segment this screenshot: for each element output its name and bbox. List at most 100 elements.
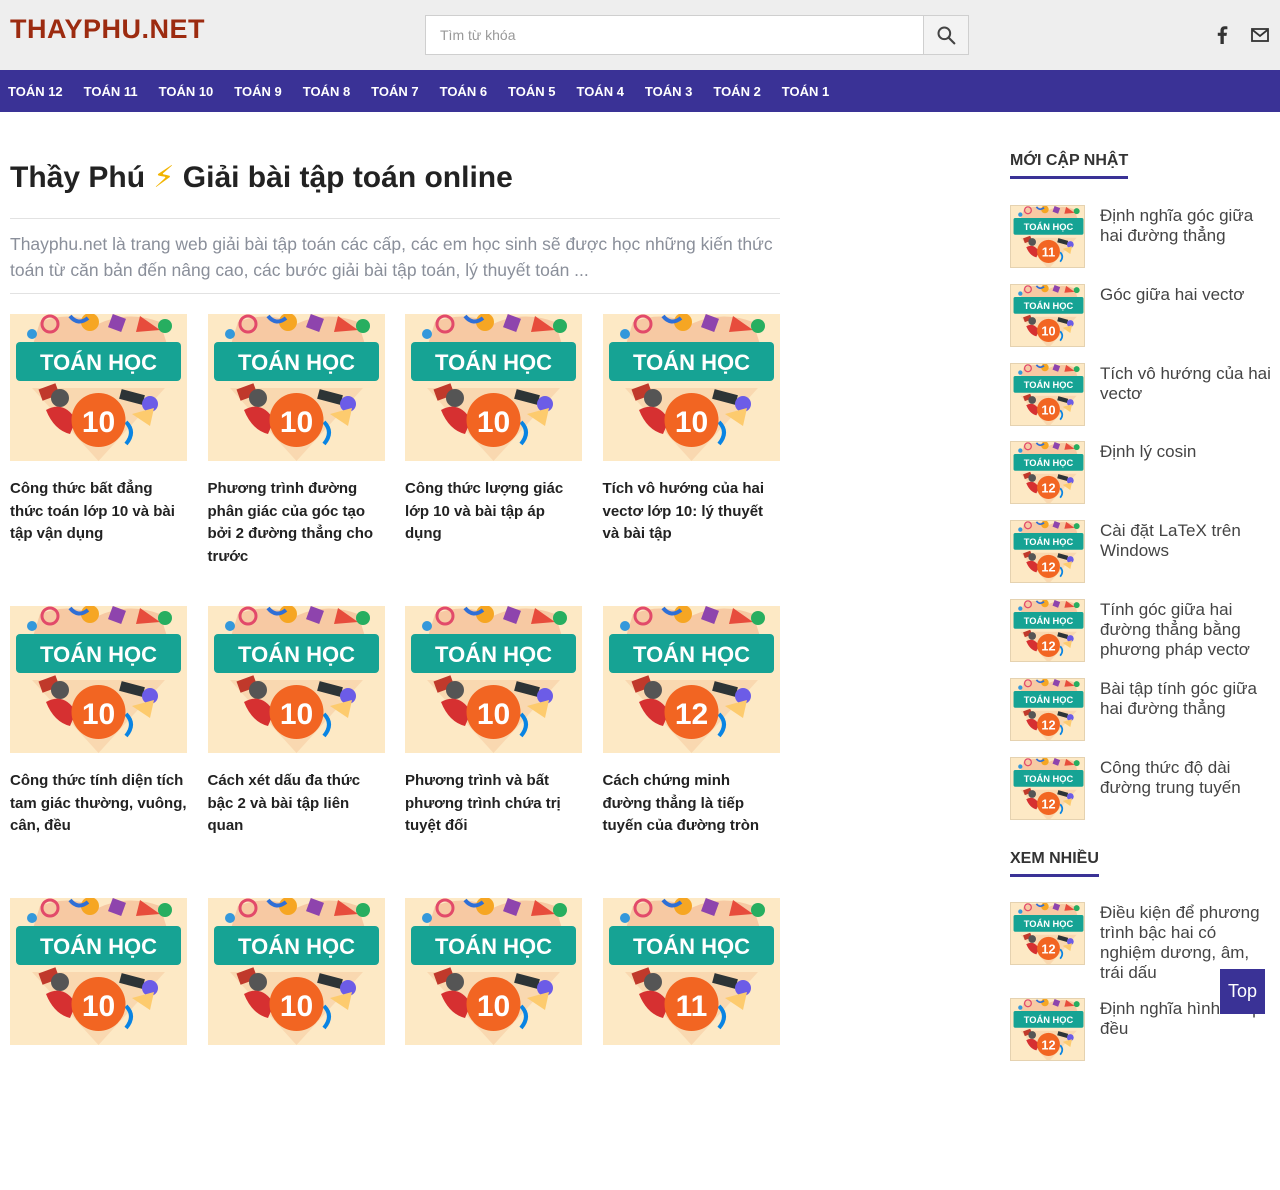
post-thumbnail[interactable]: TOÁN HỌC 10 xyxy=(10,314,187,461)
sidebar-post-title[interactable]: Định nghĩa góc giữa hai đường thẳng xyxy=(1100,206,1275,246)
site-intro: Thayphu.net là trang web giải bài tập to… xyxy=(10,234,773,280)
sidebar-post-title[interactable]: Bài tập tính góc giữa hai đường thẳng xyxy=(1100,679,1275,719)
sidebar-thumbnail[interactable]: TOÁN HỌC 12 xyxy=(1010,902,1085,965)
email-link[interactable] xyxy=(1249,24,1271,46)
post-title[interactable]: Phương trình đường phân giác của góc tạo… xyxy=(208,478,385,568)
post-thumbnail[interactable]: TOÁN HỌC 10 xyxy=(405,606,582,753)
sidebar-post[interactable]: TOÁN HỌC 12 Công thức độ dài đường trung… xyxy=(1010,756,1280,821)
sidebar-post-title[interactable]: Định lý cosin xyxy=(1100,442,1275,462)
sidebar-post[interactable]: TOÁN HỌC 12 Định lý cosin xyxy=(1010,441,1280,505)
sidebar-thumbnail[interactable]: TOÁN HỌC 12 xyxy=(1010,520,1085,584)
svg-text:10: 10 xyxy=(279,990,312,1023)
sidebar-thumbnail[interactable]: TOÁN HỌC 12 xyxy=(1010,756,1085,820)
svg-text:10: 10 xyxy=(82,406,115,439)
recent-heading: MỚI CẬP NHẬT xyxy=(1010,152,1129,179)
post-card: TOÁN HỌC 10 Công thức bất đẳng thức toán… xyxy=(10,314,187,606)
svg-text:TOÁN HỌC: TOÁN HỌC xyxy=(1024,918,1074,929)
site-logo[interactable]: THAYPHU.NET xyxy=(10,14,205,45)
search-icon xyxy=(937,26,956,45)
svg-text:TOÁN HỌC: TOÁN HỌC xyxy=(1024,221,1074,232)
sidebar-thumbnail[interactable]: TOÁN HỌC 10 xyxy=(1010,362,1085,426)
nav-item[interactable]: TOÁN 8 xyxy=(303,84,350,99)
sidebar-post[interactable]: TOÁN HỌC 12 Bài tập tính góc giữa hai đư… xyxy=(1010,677,1280,742)
svg-text:12: 12 xyxy=(1041,1038,1055,1053)
nav-item[interactable]: TOÁN 5 xyxy=(508,84,555,99)
sidebar-post[interactable]: TOÁN HỌC 12 Tính góc giữa hai đường thẳn… xyxy=(1010,599,1280,663)
sidebar-thumbnail[interactable]: TOÁN HỌC 11 xyxy=(1010,205,1085,268)
post-title[interactable]: Công thức bất đẳng thức toán lớp 10 và b… xyxy=(10,478,187,546)
thumbnail-art: TOÁN HỌC 10 xyxy=(10,606,187,753)
sidebar-post-title[interactable]: Công thức độ dài đường trung tuyến xyxy=(1100,758,1275,798)
nav-item[interactable]: TOÁN 11 xyxy=(84,84,138,99)
post-card: TOÁN HỌC 11 xyxy=(602,898,780,1190)
svg-text:10: 10 xyxy=(82,698,115,731)
post-thumbnail[interactable]: TOÁN HỌC 10 xyxy=(207,314,385,461)
lightning-icon: ⚡ xyxy=(153,161,175,194)
post-thumbnail[interactable]: TOÁN HỌC 10 xyxy=(405,898,582,1045)
thumbnail-art: TOÁN HỌC 10 xyxy=(207,606,385,753)
sidebar-post[interactable]: TOÁN HỌC 11 Định nghĩa góc giữa hai đườn… xyxy=(1010,205,1280,269)
svg-text:TOÁN HỌC: TOÁN HỌC xyxy=(1024,379,1074,390)
nav-item[interactable]: TOÁN 2 xyxy=(713,84,760,99)
svg-text:12: 12 xyxy=(1041,717,1055,732)
post-title[interactable]: Tích vô hướng của hai vectơ lớp 10: lý t… xyxy=(603,478,780,546)
sidebar-post-title[interactable]: Tính góc giữa hai đường thẳng bằng phươn… xyxy=(1100,600,1275,660)
post-card: TOÁN HỌC 10 xyxy=(207,898,385,1190)
svg-text:TOÁN HỌC: TOÁN HỌC xyxy=(1024,457,1074,468)
sidebar-thumbnail[interactable]: TOÁN HỌC 12 xyxy=(1010,441,1085,505)
post-thumbnail[interactable]: TOÁN HỌC 10 xyxy=(207,898,385,1045)
nav-item[interactable]: TOÁN 3 xyxy=(645,84,692,99)
post-title[interactable]: Phương trình và bất phương trình chứa tr… xyxy=(405,770,582,838)
nav-item[interactable]: TOÁN 7 xyxy=(371,84,418,99)
facebook-link[interactable] xyxy=(1211,24,1233,46)
search-input[interactable] xyxy=(426,16,923,54)
svg-text:TOÁN HỌC: TOÁN HỌC xyxy=(633,642,750,667)
sidebar-thumbnail[interactable]: TOÁN HỌC 12 xyxy=(1010,599,1085,662)
svg-text:11: 11 xyxy=(675,990,707,1023)
sidebar-thumbnail[interactable]: TOÁN HỌC 12 xyxy=(1010,677,1085,741)
post-thumbnail[interactable]: TOÁN HỌC 11 xyxy=(602,898,780,1045)
sidebar-thumbnail[interactable]: TOÁN HỌC 12 xyxy=(1010,998,1085,1061)
nav-item[interactable]: TOÁN 1 xyxy=(782,84,829,99)
sidebar-post[interactable]: TOÁN HỌC 12 Cài đặt LaTeX trên Windows xyxy=(1010,520,1280,584)
nav-item[interactable]: TOÁN 9 xyxy=(234,84,281,99)
post-thumbnail[interactable]: TOÁN HỌC 12 xyxy=(602,606,780,753)
post-thumbnail[interactable]: TOÁN HỌC 10 xyxy=(10,606,187,753)
search-button[interactable] xyxy=(923,16,968,54)
svg-text:TOÁN HỌC: TOÁN HỌC xyxy=(1024,694,1074,705)
sidebar-post[interactable]: TOÁN HỌC 10 Góc giữa hai vectơ xyxy=(1010,283,1280,348)
nav-item[interactable]: TOÁN 10 xyxy=(159,84,214,99)
nav-item[interactable]: TOÁN 6 xyxy=(440,84,487,99)
post-card: TOÁN HỌC 10 Công thức lượng giác lớp 10 … xyxy=(405,314,582,606)
post-card: TOÁN HỌC 10 xyxy=(405,898,582,1190)
svg-text:TOÁN HỌC: TOÁN HỌC xyxy=(1024,615,1074,626)
post-title[interactable]: Cách xét dấu đa thức bậc 2 và bài tập li… xyxy=(208,770,385,838)
sidebar-post-title[interactable]: Tích vô hướng của hai vectơ xyxy=(1100,364,1275,404)
nav-item[interactable]: TOÁN 12 xyxy=(8,84,63,99)
post-thumbnail[interactable]: TOÁN HỌC 10 xyxy=(10,898,187,1045)
thumbnail-art: TOÁN HỌC 10 xyxy=(207,898,385,1045)
thumbnail-art: TOÁN HỌC 12 xyxy=(1011,442,1084,504)
back-to-top-button[interactable]: Top xyxy=(1220,969,1265,1014)
sidebar-post[interactable]: TOÁN HỌC 12 Điều kiện để phương trình bậ… xyxy=(1010,902,1280,982)
thumbnail-art: TOÁN HỌC 10 xyxy=(1011,363,1084,425)
nav-list: TOÁN 12 TOÁN 11 TOÁN 10 TOÁN 9 TOÁN 8 TOÁN 7 T… xyxy=(0,70,1280,112)
thumbnail-art: TOÁN HỌC 10 xyxy=(405,314,582,461)
post-title[interactable]: Cách chứng minh đường thẳng là tiếp tuyế… xyxy=(603,770,780,838)
main-nav: TOÁN 12 TOÁN 11 TOÁN 10 TOÁN 9 TOÁN 8 TOÁN 7 T… xyxy=(0,70,1280,112)
sidebar-post-title[interactable]: Cài đặt LaTeX trên Windows xyxy=(1100,521,1275,561)
post-grid: TOÁN HỌC 10 Công thức bất đẳng thức toán… xyxy=(10,314,790,1190)
post-thumbnail[interactable]: TOÁN HỌC 10 xyxy=(207,606,385,753)
search-form xyxy=(425,15,969,55)
svg-text:TOÁN HỌC: TOÁN HỌC xyxy=(633,934,750,959)
post-thumbnail[interactable]: TOÁN HỌC 10 xyxy=(602,314,780,461)
post-thumbnail[interactable]: TOÁN HỌC 10 xyxy=(405,314,582,461)
nav-item[interactable]: TOÁN 4 xyxy=(576,84,623,99)
post-title[interactable]: Công thức lượng giác lớp 10 và bài tập á… xyxy=(405,478,582,546)
thumbnail-art: TOÁN HỌC 10 xyxy=(207,314,385,461)
sidebar-thumbnail[interactable]: TOÁN HỌC 10 xyxy=(1010,283,1085,347)
sidebar-post-title[interactable]: Góc giữa hai vectơ xyxy=(1100,285,1275,305)
svg-text:10: 10 xyxy=(477,406,510,439)
post-title[interactable]: Công thức tính diện tích tam giác thường… xyxy=(10,770,187,838)
sidebar-post[interactable]: TOÁN HỌC 10 Tích vô hướng của hai vectơ xyxy=(1010,362,1280,427)
